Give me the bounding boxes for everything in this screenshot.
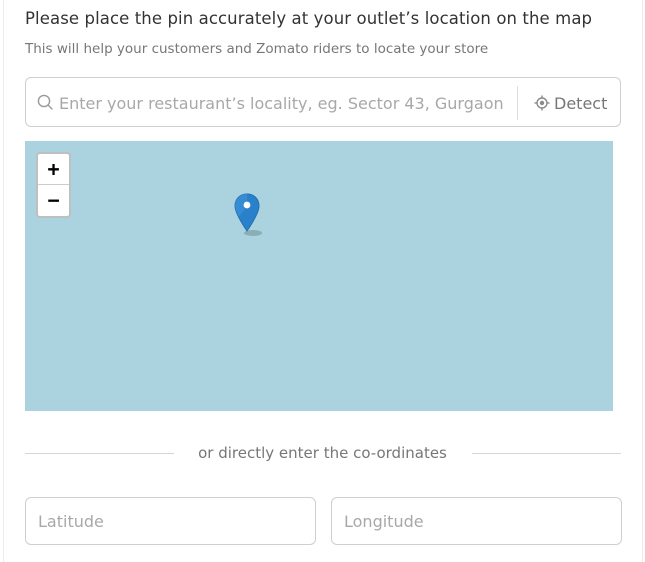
detect-location-button[interactable]: Detect [534, 92, 607, 114]
latitude-input[interactable] [38, 507, 298, 535]
search-icon [37, 94, 53, 110]
latitude-field [25, 497, 316, 545]
search-divider [517, 86, 518, 120]
page-title: Please place the pin accurately at your … [25, 9, 593, 28]
longitude-input[interactable] [344, 507, 604, 535]
locality-search-box: Detect [25, 77, 621, 127]
zoom-control: + − [36, 152, 71, 218]
zoom-in-button[interactable]: + [38, 154, 69, 185]
locate-crosshair-icon [534, 95, 550, 111]
locality-search-input[interactable] [59, 88, 509, 118]
location-panel: Please place the pin accurately at your … [3, 0, 643, 562]
page-subtitle: This will help your customers and Zomato… [25, 41, 489, 57]
zoom-out-button[interactable]: − [38, 185, 69, 215]
detect-label: Detect [554, 93, 608, 113]
location-pin-icon[interactable] [234, 193, 268, 237]
longitude-field [331, 497, 622, 545]
map-canvas[interactable]: + − [25, 141, 613, 411]
coordinates-divider-text: or directly enter the co-ordinates [198, 444, 447, 462]
